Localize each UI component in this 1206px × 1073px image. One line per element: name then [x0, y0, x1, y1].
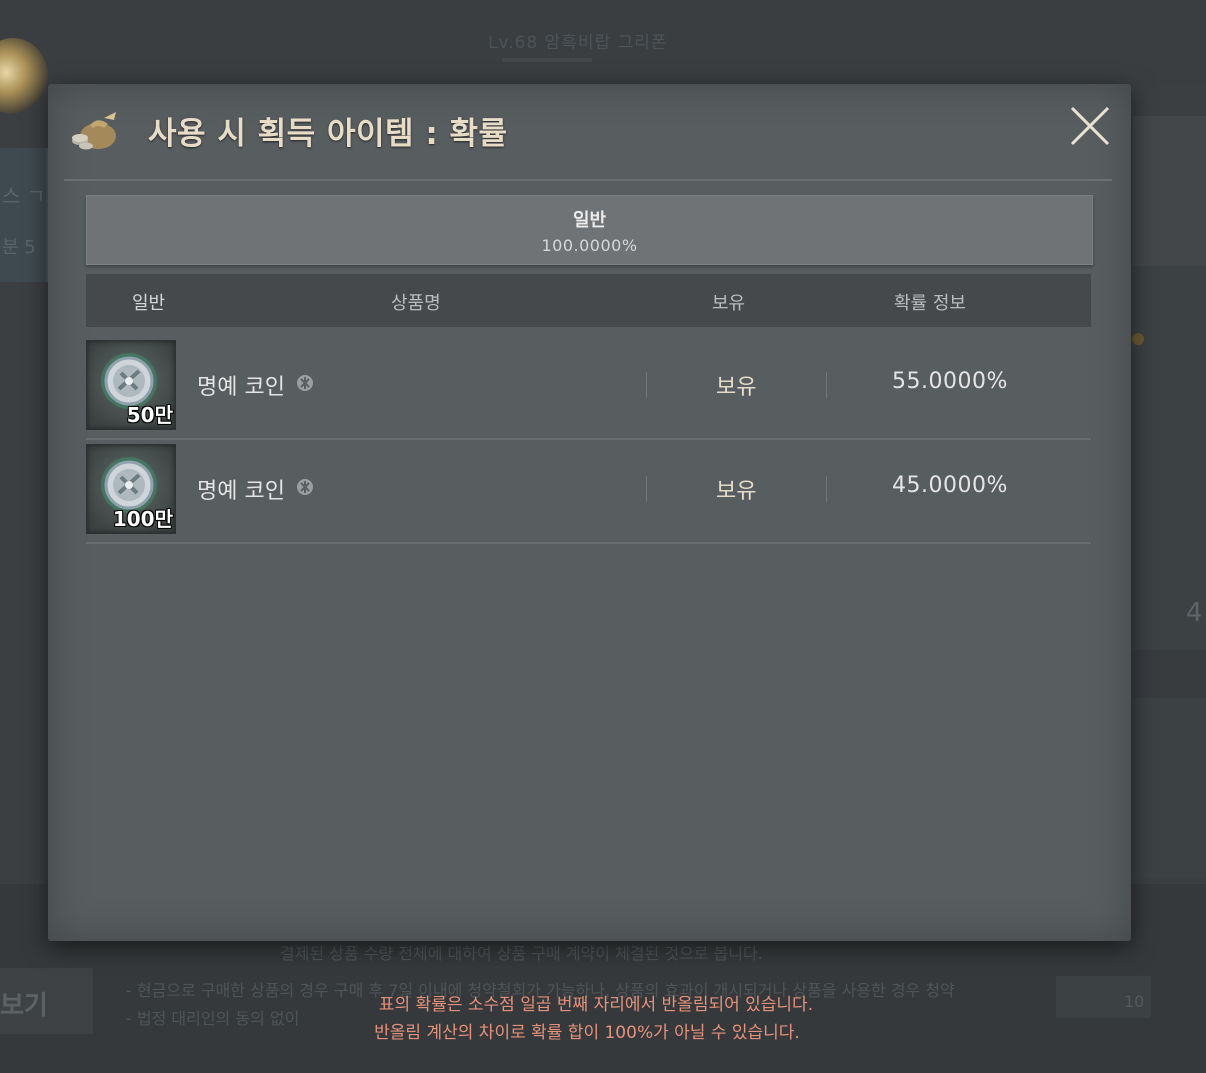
- bound-item-icon: [297, 375, 313, 391]
- table-row: 100만 명예 코인 보유 45.0000%: [86, 442, 1091, 544]
- column-separator: [826, 476, 827, 502]
- item-slot[interactable]: 50만: [86, 340, 176, 430]
- item-slot[interactable]: 100만: [86, 444, 176, 534]
- item-probability: 45.0000%: [892, 473, 1008, 498]
- dialog-header: 사용 시 획득 아이템 : 확률: [48, 84, 1131, 180]
- column-header-grade: 일반: [132, 293, 166, 314]
- background-dot-icon: [1132, 333, 1144, 345]
- column-header-probability: 확률 정보: [894, 293, 966, 314]
- close-icon[interactable]: [1068, 104, 1112, 148]
- rounding-notice: 표의 확률은 소수점 일곱 번째 자리에서 반올림되어 있습니다.: [378, 995, 814, 1015]
- background-right-panel-top: [1133, 116, 1206, 266]
- background-right-bar: [1133, 650, 1206, 698]
- background-title-underline: [502, 58, 592, 62]
- table-row: 50만 명예 코인 보유 55.0000%: [86, 338, 1091, 440]
- column-header-owned: 보유: [712, 293, 746, 314]
- background-title: Lv.68 암흑비랍 그리폰: [488, 33, 668, 53]
- rounding-notice: 반올림 계산의 차이로 확률 합이 100%가 아닐 수 있습니다.: [374, 1023, 800, 1043]
- column-separator: [826, 372, 827, 398]
- background-left-text: 분 5: [2, 237, 36, 258]
- pouch-icon: [72, 112, 116, 150]
- owned-status: 보유: [716, 479, 757, 504]
- item-quantity: 50만: [126, 403, 173, 427]
- owned-status: 보유: [716, 375, 757, 400]
- background-terms-line: 결제된 상품 수량 전체에 대하여 상품 구매 계약이 체결된 것으로 봅니다.: [280, 944, 763, 963]
- probability-dialog: 사용 시 획득 아이템 : 확률 일반 100.0000% 일반 상품명 보유 …: [48, 84, 1131, 941]
- dialog-title: 사용 시 획득 아이템 : 확률: [148, 116, 508, 152]
- probability-summary: 일반 100.0000%: [86, 195, 1093, 265]
- column-header-item-name: 상품명: [391, 293, 441, 314]
- item-name: 명예 코인: [197, 479, 285, 504]
- column-separator: [646, 372, 647, 398]
- item-quantity: 100만: [112, 507, 173, 531]
- background-right-number: 4: [1186, 598, 1203, 628]
- header-divider: [64, 179, 1112, 181]
- table-header: 일반 상품명 보유 확률 정보: [86, 274, 1091, 327]
- summary-label: 일반: [572, 210, 607, 231]
- item-name: 명예 코인: [197, 375, 285, 400]
- summary-value: 100.0000%: [541, 236, 638, 255]
- background-left-panel: [0, 148, 48, 282]
- bound-item-icon: [297, 479, 313, 495]
- item-probability: 55.0000%: [892, 369, 1008, 394]
- background-left-text: 스 ㄱ: [2, 184, 46, 208]
- column-separator: [646, 476, 647, 502]
